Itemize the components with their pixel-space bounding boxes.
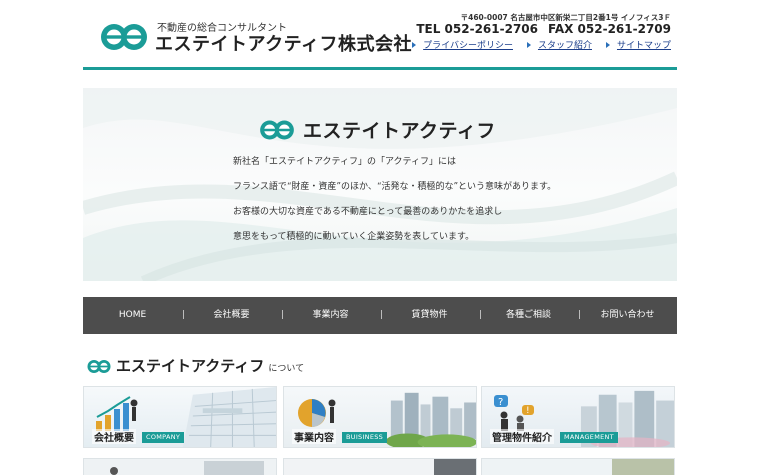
card-row2-image [284, 459, 476, 475]
pie-chart-icon [298, 399, 336, 427]
hero-line: フランス語で“財産・資産”のほか、“活発な・積極的な”という意味があります。 [233, 182, 557, 192]
hero-message: 新社名「エステイトアクティフ」の「アクティフ」には フランス語で“財産・資産”の… [233, 154, 556, 254]
card-company-tag: COMPANY [142, 432, 185, 443]
card-row2-2[interactable] [283, 458, 477, 475]
company-logo-icon[interactable] [99, 22, 149, 52]
card-row2-image [482, 459, 674, 475]
nav-home[interactable]: HOME [83, 297, 182, 334]
hero-banner: エステイトアクティフ 新社名「エステイトアクティフ」の「アクティフ」には フラン… [83, 88, 677, 281]
privacy-policy-link[interactable]: プライバシーポリシー [412, 38, 513, 51]
card-company-label: 会社概要 [92, 429, 136, 444]
card-business-tag: BUISINESS [342, 432, 388, 443]
brand-mark-icon [260, 119, 294, 140]
hero-line: 新社名「エステイトアクティフ」の「アクティフ」には [233, 157, 457, 167]
company-name[interactable]: エステイトアクティフ株式会社 [155, 30, 412, 56]
svg-text:?: ? [498, 397, 503, 408]
tel-number: TEL 052-261-2706 [416, 22, 538, 36]
arrow-right-icon [526, 41, 531, 48]
card-business-label: 事業内容 [292, 429, 336, 444]
hero-brand-name: エステイトアクティフ [303, 120, 496, 142]
nav-company[interactable]: 会社概要 [182, 297, 281, 334]
nav-rental[interactable]: 賃貸物件 [380, 297, 479, 334]
growth-chart-icon [96, 396, 138, 431]
header-divider [83, 67, 677, 70]
main-navigation: HOME 会社概要 事業内容 賃貸物件 各種ご相談 お問い合わせ [83, 297, 677, 334]
svg-text:!: ! [526, 406, 530, 416]
fax-number: FAX 052-261-2709 [548, 22, 671, 36]
card-business[interactable]: 事業内容 BUISINESS [283, 386, 477, 448]
arrow-right-icon [412, 41, 417, 48]
hero-logo: エステイトアクティフ [257, 116, 496, 143]
hero-line: 意思をもって積極的に動いていく企業姿勢を表しています。 [233, 232, 475, 242]
card-management-tag: MANAGEMENT [560, 432, 618, 443]
nav-contact[interactable]: お問い合わせ [578, 297, 677, 334]
card-row2-image [84, 459, 276, 475]
utility-links: プライバシーポリシー スタッフ紹介 サイトマップ [412, 38, 671, 51]
about-suffix: について [268, 364, 305, 374]
nav-business[interactable]: 事業内容 [281, 297, 380, 334]
card-row2-3[interactable] [481, 458, 675, 475]
contact-numbers: TEL 052-261-2706 FAX 052-261-2709 [416, 22, 671, 36]
staff-link[interactable]: スタッフ紹介 [526, 38, 592, 51]
card-management-label: 管理物件紹介 [490, 429, 554, 444]
sitemap-link[interactable]: サイトマップ [605, 38, 671, 51]
site-header: 不動産の総合コンサルタント エステイトアクティフ株式会社 〒460-0007 名… [83, 0, 677, 68]
brand-mark-icon [87, 360, 111, 373]
about-brand-name: エステイトアクティフ [116, 357, 265, 375]
nav-consultation[interactable]: 各種ご相談 [479, 297, 578, 334]
card-management[interactable]: ? ! 管理物件紹介 MANAGEMENT [481, 386, 675, 448]
question-people-icon: ? ! [494, 395, 534, 431]
card-row2-1[interactable] [83, 458, 277, 475]
arrow-right-icon [605, 41, 610, 48]
about-heading: エステイトアクティフ について [86, 355, 304, 376]
card-company[interactable]: 会社概要 COMPANY [83, 386, 277, 448]
hero-line: お客様の大切な資産である不動産にとって最善のありかたを追求し [233, 207, 503, 217]
